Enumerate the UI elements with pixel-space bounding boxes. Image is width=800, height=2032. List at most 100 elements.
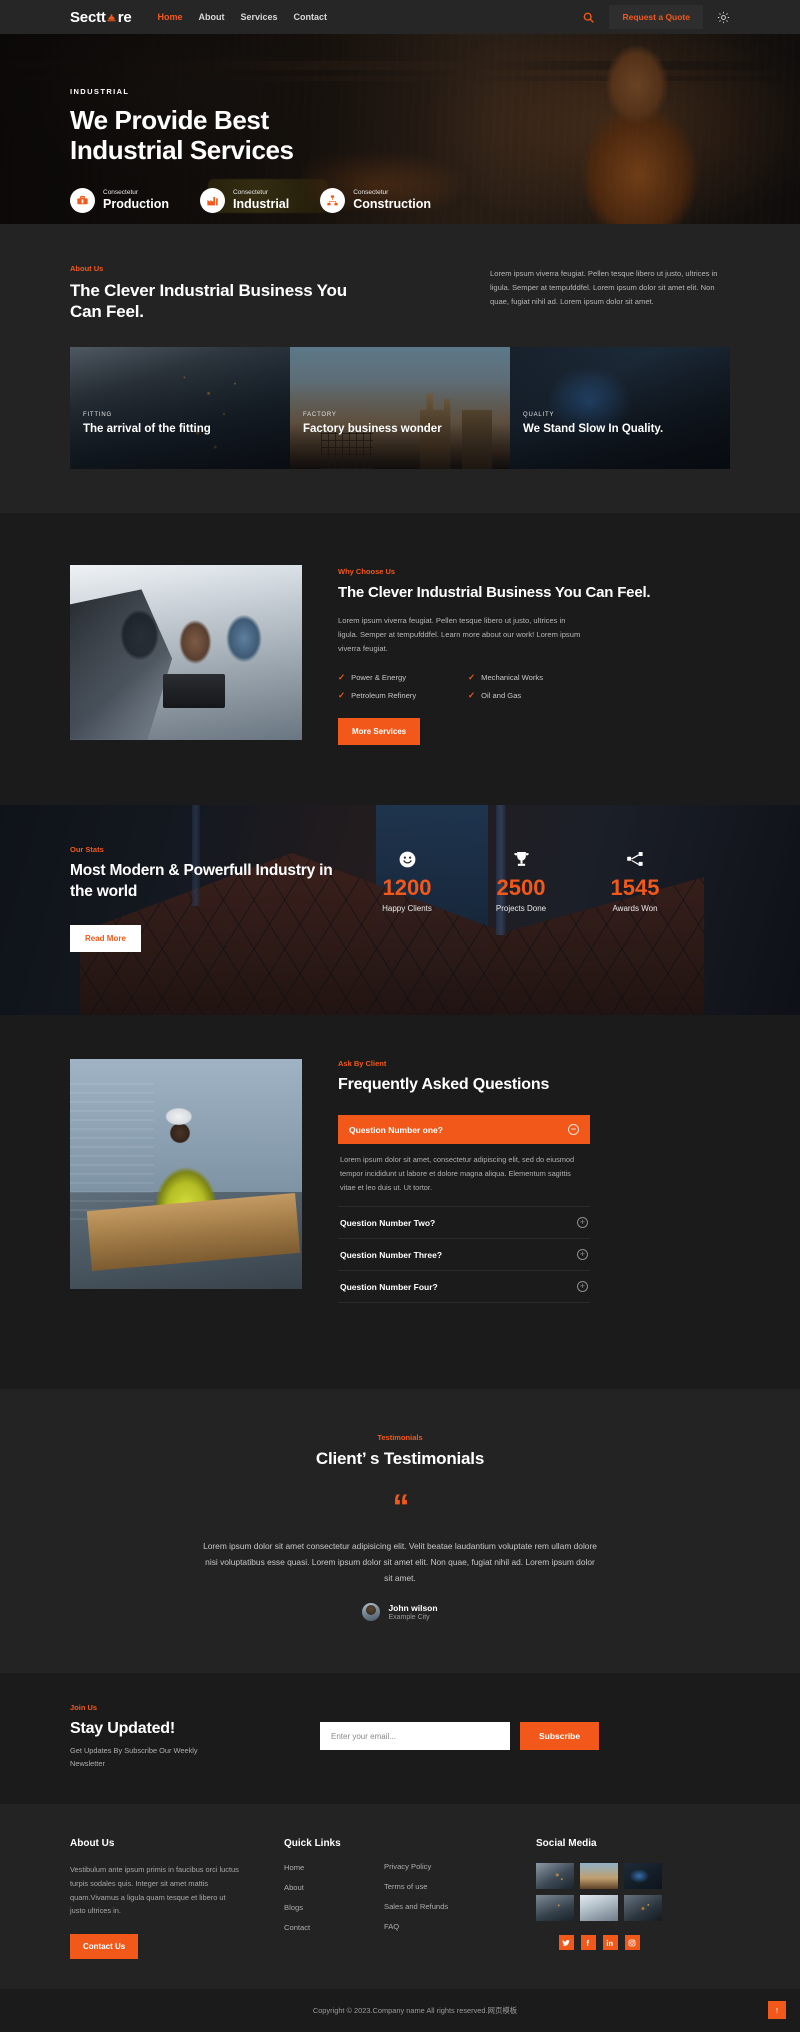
newsletter-subtext: Get Updates By Subscribe Our Weekly News… xyxy=(70,1745,198,1768)
card-title: We Stand Slow In Quality. xyxy=(523,423,664,436)
logo-text-last: re xyxy=(117,8,132,26)
card-title: The arrival of the fitting xyxy=(83,423,211,436)
feature-label: Petroleum Refinery xyxy=(351,690,417,700)
trophy-icon xyxy=(482,849,560,871)
email-input[interactable] xyxy=(320,1722,510,1751)
plus-icon[interactable]: + xyxy=(577,1281,588,1293)
faq-item-open[interactable]: Question Number one? − xyxy=(338,1115,590,1145)
thumbnail-image[interactable] xyxy=(580,1895,618,1922)
request-quote-button[interactable]: Request a Quote xyxy=(609,5,703,29)
feature-label: Power & Energy xyxy=(351,672,406,682)
footer-link-privacy[interactable]: Privacy Policy xyxy=(384,1862,494,1871)
footer-quick-links-column: Quick Links Home About Blogs Contact xyxy=(284,1838,370,1959)
feature-label: Mechanical Works xyxy=(481,672,544,682)
plus-icon[interactable]: + xyxy=(577,1217,588,1229)
why-paragraph: Lorem ipsum viverra feugiat. Pellen tesq… xyxy=(338,615,581,653)
card-tag: FACTORY xyxy=(303,412,337,419)
footer-link-sales[interactable]: Sales and Refunds xyxy=(384,1902,494,1911)
sitemap-icon xyxy=(320,187,346,213)
site-footer: About Us Vestibulum ante ipsum primis in… xyxy=(0,1804,800,1989)
footer-link-blogs[interactable]: Blogs xyxy=(284,1903,370,1912)
badge-sub: Consectetur xyxy=(353,188,389,196)
check-icon: ✓ xyxy=(468,690,476,701)
about-card-factory[interactable]: FACTORY Factory business wonder xyxy=(290,346,510,469)
avatar xyxy=(362,1602,381,1621)
why-feature-list: ✓ Power & Energy ✓ Mechanical Works ✓ Pe… xyxy=(338,673,590,700)
badge-title: Industrial xyxy=(232,196,290,211)
stats-heading: Most Modern & Powerfull Industry in the … xyxy=(70,861,333,900)
nav-item-home[interactable]: Home xyxy=(157,12,182,22)
footer-social-title: Social Media xyxy=(536,1838,597,1850)
about-paragraph: Lorem ipsum viverra feugiat. Pellen tesq… xyxy=(490,269,718,307)
faq-item-three[interactable]: Question Number Three? + xyxy=(338,1238,590,1270)
footer-links-title: Quick Links xyxy=(284,1838,341,1850)
stat-happy-clients: 1200 Happy Clients xyxy=(368,849,446,913)
toolbox-icon xyxy=(70,187,95,213)
stats-kicker: Our Stats xyxy=(70,844,104,854)
nav-item-contact[interactable]: Contact xyxy=(294,12,328,22)
faq-item-four[interactable]: Question Number Four? + xyxy=(338,1270,590,1304)
hero-title: We Provide Best Industrial Services xyxy=(70,105,730,166)
site-header: Sectt re Home About Services Contact Req… xyxy=(0,0,800,34)
thumbnail-image[interactable] xyxy=(624,1895,662,1922)
author-name: John wilson xyxy=(388,1602,438,1613)
copyright-bar: Copyright © 2023.Company name All rights… xyxy=(0,1988,800,2032)
faq-item-two[interactable]: Question Number Two? + xyxy=(338,1206,590,1238)
about-card-quality[interactable]: QUALITY We Stand Slow In Quality. xyxy=(510,346,730,469)
footer-policy-links-column: Privacy Policy Terms of use Sales and Re… xyxy=(384,1838,494,1959)
footer-link-home[interactable]: Home xyxy=(284,1863,370,1872)
hero-eyebrow: INDUSTRIAL xyxy=(70,87,130,96)
footer-social-column: Social Media xyxy=(536,1838,662,1959)
thumbnail-image[interactable] xyxy=(580,1863,618,1890)
site-logo[interactable]: Sectt re xyxy=(70,8,132,26)
footer-link-faq[interactable]: FAQ xyxy=(384,1922,494,1931)
card-tag: QUALITY xyxy=(523,412,555,419)
search-icon[interactable] xyxy=(582,11,595,24)
sun-icon[interactable] xyxy=(717,11,730,24)
feature-item: ✓ Oil and Gas xyxy=(468,691,590,700)
badge-sub: Consectetur xyxy=(103,188,139,196)
quote-icon: “ xyxy=(392,1487,410,1526)
about-section: About Us The Clever Industrial Business … xyxy=(0,224,800,513)
badge-title: Production xyxy=(103,196,169,211)
subscribe-button[interactable]: Subscribe xyxy=(520,1722,600,1751)
testimonials-heading: Client’ s Testimonials xyxy=(315,1449,485,1469)
card-tag: FITTING xyxy=(83,412,112,419)
read-more-button[interactable]: Read More xyxy=(70,924,141,952)
testimonials-section: Testimonials Client’ s Testimonials “ Lo… xyxy=(0,1389,800,1673)
footer-link-contact[interactable]: Contact xyxy=(284,1923,370,1932)
hero-badge-production[interactable]: Consectetur Production xyxy=(70,187,169,213)
thumbnail-image[interactable] xyxy=(536,1863,574,1890)
more-services-button[interactable]: More Services xyxy=(338,717,421,745)
nav-item-about[interactable]: About xyxy=(198,12,224,22)
about-kicker: About Us xyxy=(70,264,104,273)
footer-link-terms[interactable]: Terms of use xyxy=(384,1882,494,1891)
scroll-to-top-button[interactable]: ↑ xyxy=(768,2001,786,2020)
nav-item-services[interactable]: Services xyxy=(240,12,277,22)
thumbnail-image[interactable] xyxy=(624,1863,662,1890)
stat-value: 1200 xyxy=(382,874,432,900)
plus-icon[interactable]: + xyxy=(577,1249,588,1261)
footer-thumbnail-grid xyxy=(536,1863,662,1922)
about-card-fitting[interactable]: FITTING The arrival of the fitting xyxy=(70,346,290,469)
faq-question: Question Number Two? xyxy=(340,1217,436,1228)
page-root: Sectt re Home About Services Contact Req… xyxy=(0,0,800,2032)
hero-badge-construction[interactable]: Consectetur Construction xyxy=(320,187,431,213)
badge-sub: Consectetur xyxy=(232,188,269,196)
thumbnail-image[interactable] xyxy=(536,1895,574,1922)
minus-icon[interactable]: − xyxy=(568,1124,579,1136)
faq-question: Question Number one? xyxy=(349,1124,443,1135)
footer-link-about[interactable]: About xyxy=(284,1883,370,1892)
stat-label: Projects Done xyxy=(495,904,547,914)
check-icon: ✓ xyxy=(338,672,346,683)
footer-about-column: About Us Vestibulum ante ipsum primis in… xyxy=(70,1838,242,1959)
faq-kicker: Ask By Client xyxy=(338,1058,387,1068)
copyright-text: Copyright © 2023.Company name All rights… xyxy=(312,2005,518,2015)
main-nav: Home About Services Contact xyxy=(157,12,327,22)
hero-badge-industrial[interactable]: Consectetur Industrial xyxy=(199,187,290,213)
contact-us-button[interactable]: Contact Us xyxy=(70,1933,139,1959)
stat-value: 1545 xyxy=(610,874,660,900)
newsletter-heading: Stay Updated! xyxy=(70,1719,175,1737)
why-heading: The Clever Industrial Business You Can F… xyxy=(338,583,651,601)
check-icon: ✓ xyxy=(468,672,476,683)
